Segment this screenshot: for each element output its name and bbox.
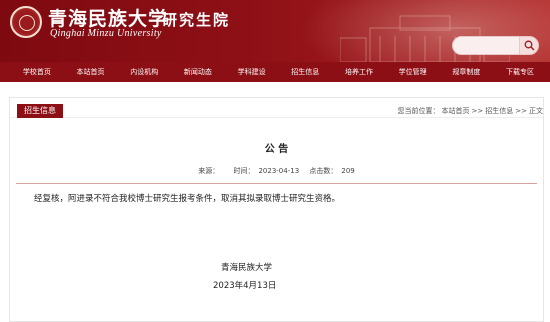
department-name: 研究生院 [162,11,231,29]
meta-divider [16,183,537,184]
search-button[interactable] [519,36,539,55]
university-emblem-icon[interactable] [10,6,42,38]
breadcrumb-bar: 招生信息 您当前位置： 本站首页 >> 招生信息 >> 正文 [10,104,543,118]
search-icon [524,40,535,51]
nav-item-training[interactable]: 培养工作 [332,62,386,82]
content-panel: 招生信息 您当前位置： 本站首页 >> 招生信息 >> 正文 公 告 来源： 时… [9,97,544,322]
article-meta: 来源： 时间： 2023-04-13 点击数： 209 [10,166,543,176]
clicks-label: 点击数： [309,167,338,175]
time-value: 2023-04-13 [258,167,300,175]
breadcrumb-separator: >> [515,107,527,115]
nav-item-admissions[interactable]: 招生信息 [278,62,332,82]
category-tab[interactable]: 招生信息 [17,104,63,118]
nav-item-degree[interactable]: 学位管理 [386,62,440,82]
breadcrumb-prefix: 您当前位置： [397,107,440,115]
nav-item-regulations[interactable]: 规章制度 [440,62,494,82]
breadcrumb: 您当前位置： 本站首页 >> 招生信息 >> 正文 [398,104,543,118]
site-header: 青海民族大学 Qinghai Minzu University 研究生院 [0,0,550,62]
time-label: 时间： [233,167,255,175]
nav-item-site-home[interactable]: 本站首页 [64,62,118,82]
nav-item-school-home[interactable]: 学校首页 [10,62,64,82]
nav-item-news[interactable]: 新闻动态 [171,62,225,82]
breadcrumb-current: 正文 [529,107,543,115]
breadcrumb-separator: >> [471,107,484,115]
breadcrumb-home-link[interactable]: 本站首页 [442,104,470,118]
nav-item-downloads[interactable]: 下载专区 [493,62,547,82]
signature-date: 2023年4月13日 [213,281,277,291]
school-name: 青海民族大学 [48,8,169,30]
nav-item-departments[interactable]: 内设机构 [117,62,171,82]
main-nav: 学校首页 本站首页 内设机构 新闻动态 学科建设 招生信息 培养工作 学位管理 … [0,62,550,82]
search-input[interactable] [452,36,520,55]
article-title: 公 告 [264,144,289,155]
source-label: 来源： [198,167,220,175]
clicks-value: 209 [341,167,355,175]
article-body: 经复核，阿进录不符合我校博士研究生报考条件，取消其拟录取博士研究生资格。 [34,194,341,204]
breadcrumb-category-link[interactable]: 招生信息 [485,104,513,118]
nav-item-discipline[interactable]: 学科建设 [225,62,279,82]
school-name-en: Qinghai Minzu University [50,28,162,39]
signature-org: 青海民族大学 [221,263,273,273]
